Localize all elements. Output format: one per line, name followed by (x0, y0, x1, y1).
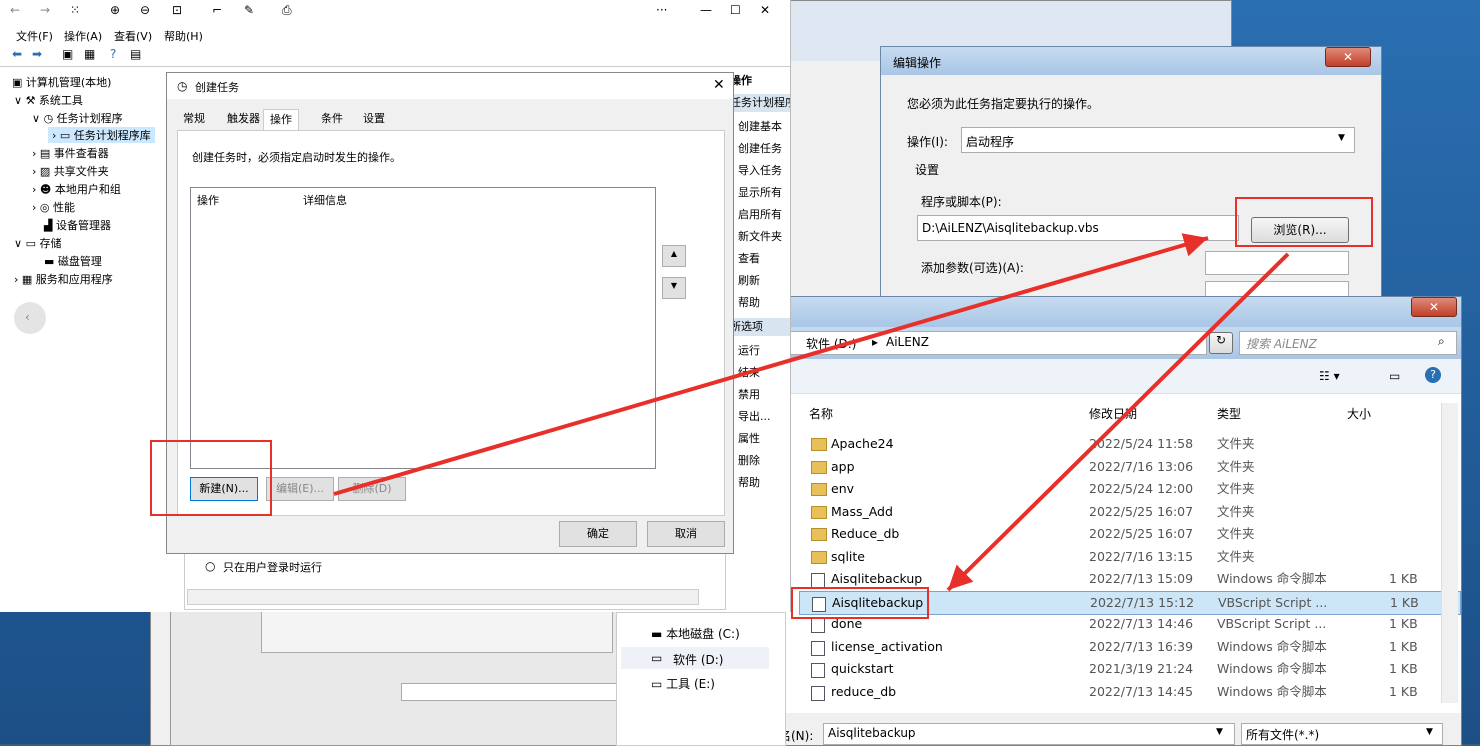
arrow-new-to-browse (333, 233, 1209, 496)
annotation-arrows (333, 233, 1290, 592)
arrow-browse-to-file (946, 252, 1290, 592)
